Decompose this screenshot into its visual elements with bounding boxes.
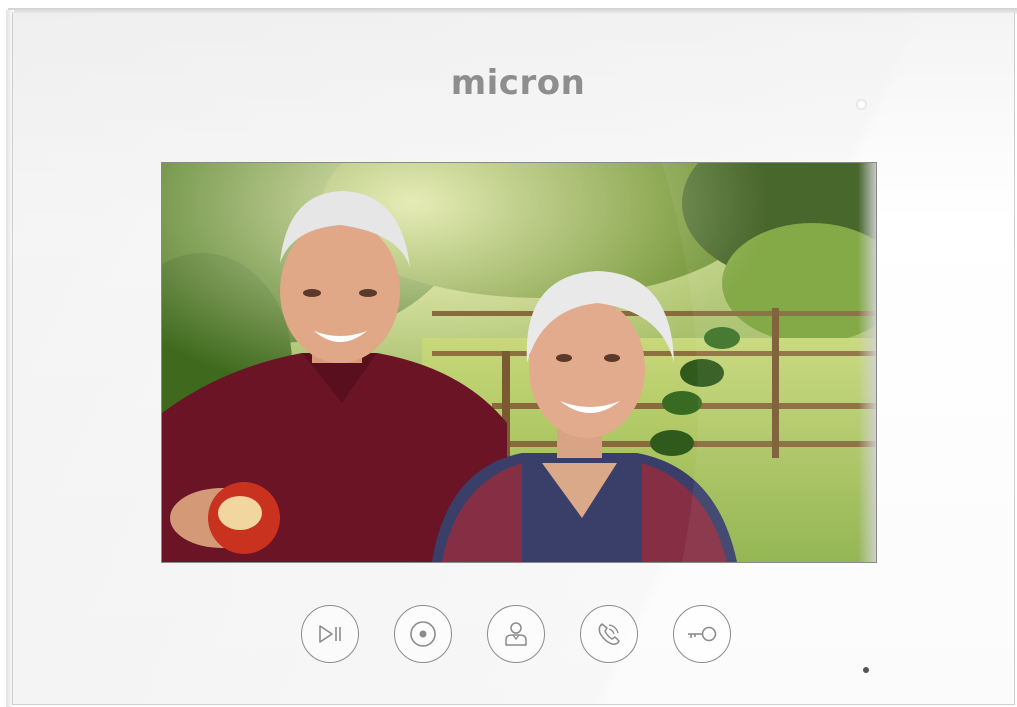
status-led <box>856 99 867 110</box>
video-screen <box>161 162 877 563</box>
record-icon <box>410 621 436 647</box>
record-button[interactable] <box>394 605 452 663</box>
control-buttons <box>301 605 741 667</box>
answer-call-button[interactable] <box>580 605 638 663</box>
unlock-door-button[interactable] <box>673 605 731 663</box>
play-pause-button[interactable] <box>301 605 359 663</box>
microphone-hole <box>863 667 869 673</box>
phone-icon <box>598 623 620 645</box>
key-icon <box>688 626 717 642</box>
person-button[interactable] <box>487 605 545 663</box>
brand-logo: micron <box>450 63 586 103</box>
play-pause-icon <box>319 625 341 643</box>
video-feed-photo <box>162 163 876 562</box>
screen-edge-highlight <box>858 163 876 562</box>
intercom-monitor: micron <box>12 12 1015 705</box>
person-icon <box>505 622 527 646</box>
